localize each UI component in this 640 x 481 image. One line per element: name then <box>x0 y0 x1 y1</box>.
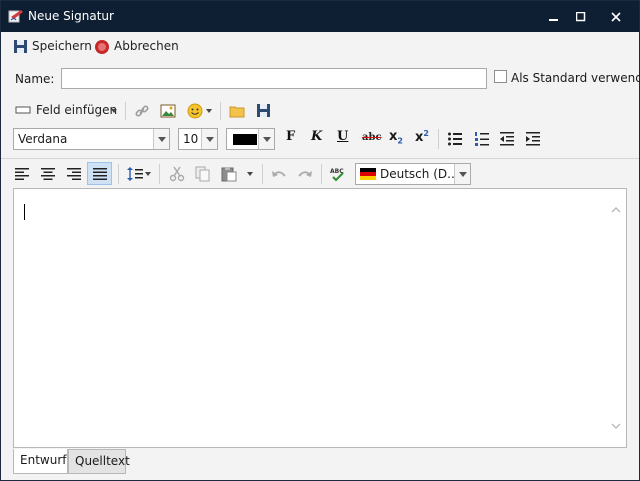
link-icon[interactable] <box>134 103 150 119</box>
paste-chevron-down-icon[interactable] <box>247 172 253 176</box>
align-center-icon[interactable] <box>40 166 56 182</box>
separator <box>159 164 160 184</box>
insert-field-button[interactable]: Feld einfügen <box>15 102 119 120</box>
german-flag-icon <box>360 168 376 180</box>
line-spacing-icon[interactable] <box>127 166 143 182</box>
emoji-icon[interactable] <box>187 103 203 119</box>
image-icon[interactable] <box>160 103 176 119</box>
save-label: Speichern <box>32 39 92 53</box>
language-value: Deutsch (D... <box>380 167 459 181</box>
outdent-icon[interactable] <box>499 131 515 147</box>
font-dropdown-button[interactable] <box>153 129 169 149</box>
field-icon <box>15 106 31 114</box>
insert-field-label: Feld einfügen <box>36 103 118 117</box>
numbered-list-icon[interactable] <box>474 131 490 147</box>
cut-icon[interactable] <box>169 166 185 182</box>
cancel-button[interactable]: Abbrechen <box>93 38 179 56</box>
separator <box>125 102 126 120</box>
font-size-select[interactable]: 10 <box>178 128 218 150</box>
stop-icon <box>95 40 109 54</box>
tab-source[interactable]: Quelltext <box>68 449 130 474</box>
align-justify-icon[interactable] <box>92 166 108 182</box>
spellcheck-icon[interactable]: ABC <box>330 166 346 182</box>
subscript-button[interactable]: x2 <box>389 129 403 145</box>
scroll-down-icon[interactable] <box>611 421 621 431</box>
italic-button[interactable]: K <box>311 129 322 144</box>
align-right-icon[interactable] <box>66 166 82 182</box>
indent-icon[interactable] <box>525 131 541 147</box>
emoji-chevron-down-icon[interactable] <box>206 109 212 113</box>
font-size-dropdown-button[interactable] <box>201 129 217 149</box>
color-swatch <box>233 134 257 145</box>
redo-icon[interactable] <box>297 167 313 183</box>
maximize-icon <box>575 11 586 21</box>
line-spacing-chevron-down-icon[interactable] <box>145 172 151 176</box>
subscript-mark: 2 <box>397 136 403 146</box>
default-checkbox-label: Als Standard verwenden <box>511 71 640 85</box>
superscript-mark: 2 <box>423 129 429 138</box>
separator <box>438 129 439 149</box>
maximize-button[interactable] <box>563 1 599 32</box>
copy-icon[interactable] <box>195 166 211 182</box>
font-color-dropdown-button[interactable] <box>258 129 274 149</box>
font-color-select[interactable] <box>226 128 275 150</box>
text-caret <box>24 204 25 220</box>
separator <box>220 102 221 120</box>
vertical-scrollbar[interactable] <box>607 189 626 447</box>
minimize-icon <box>549 18 558 21</box>
bold-button[interactable]: F <box>286 129 295 144</box>
save-file-icon[interactable] <box>256 103 272 119</box>
strikethrough-button[interactable]: abc <box>362 132 382 143</box>
window-title: Neue Signatur <box>28 9 114 23</box>
save-icon <box>14 40 27 53</box>
toolbar-divider <box>1 158 639 159</box>
signature-pen-icon <box>8 10 23 23</box>
folder-open-icon[interactable] <box>229 103 245 119</box>
superscript-button[interactable]: x2 <box>415 129 429 145</box>
signature-window: Neue Signatur Speichern Abbrechen Name: … <box>0 0 640 481</box>
scroll-up-icon[interactable] <box>611 205 621 215</box>
chevron-down-icon <box>111 109 117 113</box>
font-value: Verdana <box>18 132 68 146</box>
separator <box>321 164 322 184</box>
separator <box>118 164 119 184</box>
name-label: Name: <box>15 72 55 86</box>
language-select[interactable]: Deutsch (D... <box>355 163 471 185</box>
cancel-label: Abbrechen <box>114 39 179 53</box>
separator <box>262 164 263 184</box>
default-checkbox[interactable] <box>494 70 507 83</box>
close-icon <box>611 11 621 22</box>
language-dropdown-button[interactable] <box>454 164 470 184</box>
tab-design[interactable]: Entwurf <box>13 449 68 474</box>
name-input[interactable] <box>61 68 487 89</box>
underline-button[interactable]: U <box>337 129 348 144</box>
title-bar: Neue Signatur <box>1 1 639 32</box>
undo-icon[interactable] <box>271 167 287 183</box>
paste-icon[interactable] <box>221 166 237 182</box>
font-select[interactable]: Verdana <box>13 128 170 150</box>
align-left-icon[interactable] <box>14 166 30 182</box>
font-size-value: 10 <box>183 132 199 146</box>
save-button[interactable]: Speichern <box>11 38 92 56</box>
bullet-list-icon[interactable] <box>447 131 463 147</box>
signature-editor[interactable] <box>13 188 627 448</box>
close-button[interactable] <box>598 1 634 32</box>
